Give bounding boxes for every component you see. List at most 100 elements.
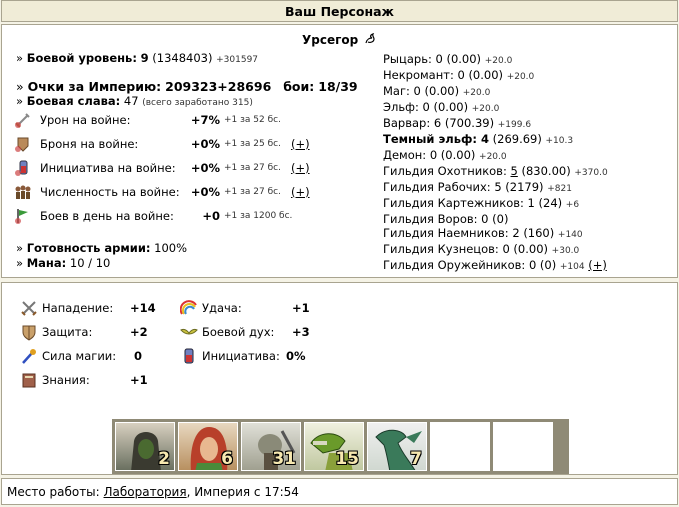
- unit-count: 6: [221, 449, 233, 469]
- faction-row: Рыцарь: 0 (0.00) +20.0: [383, 52, 513, 66]
- guild-list: Гильдия Охотников: 5 (830.00) +370.0 Гил…: [383, 164, 608, 274]
- readiness-label: Готовность армии:: [26, 241, 151, 255]
- mana-row: » Мана: 10 / 10: [16, 256, 111, 270]
- unit-count: 31: [272, 449, 296, 469]
- stat-value: +1: [292, 301, 310, 315]
- army-slot[interactable]: 7: [367, 422, 427, 471]
- faction-row: Демон: 0 (0.00) +20.0: [383, 148, 507, 162]
- glory-value: 47: [123, 94, 139, 108]
- stat-value: 0%: [286, 349, 306, 363]
- glory-label: Боевая слава:: [26, 94, 121, 108]
- stat-value: +3: [292, 325, 310, 339]
- guild-row: Гильдия Рабочих: 5 (2179) +821: [383, 180, 572, 194]
- faction-row: Некромант: 0 (0.00) +20.0: [383, 68, 535, 82]
- initiative-icon: [14, 159, 32, 177]
- battles-value: 18/39: [318, 79, 358, 94]
- war-stat-plus-button[interactable]: (+): [291, 161, 310, 175]
- guild-row: Гильдия Картежников: 1 (24) +6: [383, 196, 580, 210]
- army-slot[interactable]: 15: [304, 422, 364, 471]
- stat-morale: Боевой дух: +3: [180, 323, 310, 341]
- army-slot-empty[interactable]: [430, 422, 490, 471]
- armor-icon: [14, 135, 32, 153]
- faction-row: Варвар: 6 (700.39) +199.6: [383, 116, 532, 130]
- guild-hunters-link[interactable]: 5: [511, 164, 518, 178]
- faction-row: Маг: 0 (0.00) +20.0: [383, 84, 491, 98]
- magic-wand-icon: [20, 347, 38, 365]
- war-stat-note: +1 за 27 бс.: [224, 187, 281, 197]
- war-stat-label: Броня на войне:: [40, 137, 139, 151]
- shield-icon: [20, 323, 38, 341]
- stat-label: Знания:: [42, 373, 90, 387]
- army-size-icon: [14, 183, 32, 201]
- stat-label: Боевой дух:: [202, 325, 275, 339]
- war-stat-value: +0%: [190, 137, 220, 151]
- hero-name-block: Урсегор: [302, 32, 376, 47]
- workplace-suffix: , Империя с 17:54: [186, 485, 299, 499]
- hourglass-icon: [180, 347, 198, 365]
- book-icon: [20, 371, 38, 389]
- stat-attack: Нападение: +14: [20, 299, 156, 317]
- mana-label: Мана:: [26, 256, 67, 270]
- guild-row: Гильдия Воров: 0 (0): [383, 212, 509, 226]
- stat-knowledge: Знания: +1: [20, 371, 148, 389]
- wings-icon: [180, 323, 198, 341]
- battles-per-day-icon: [14, 207, 32, 225]
- readiness-row: » Готовность армии: 100%: [16, 241, 188, 255]
- guild-gunsmiths-plus-button[interactable]: (+): [588, 258, 607, 272]
- stat-label: Удача:: [202, 301, 242, 315]
- stat-initiative: Инициатива: 0%: [180, 347, 306, 365]
- war-stat-label: Урон на войне:: [40, 113, 131, 127]
- war-stat-value: +7%: [190, 113, 220, 127]
- stat-value: +14: [130, 301, 156, 315]
- war-stat-label: Инициатива на войне:: [40, 161, 176, 175]
- war-stat-note: +1 за 1200 бс.: [224, 211, 293, 221]
- stat-value: +1: [130, 373, 148, 387]
- army-slot-empty[interactable]: [493, 422, 553, 471]
- rainbow-icon: [179, 299, 198, 317]
- war-stat-row: Численность на войне: +0% +1 за 27 бс. (…: [14, 181, 310, 203]
- stat-luck: Удача: +1: [179, 299, 310, 317]
- unit-count: 15: [335, 449, 359, 469]
- guild-row: Гильдия Кузнецов: 0 (0.00) +30.0: [383, 242, 580, 256]
- crossed-swords-icon: [20, 299, 38, 317]
- war-stat-note: +1 за 27 бс.: [224, 163, 281, 173]
- army-slot[interactable]: 6: [178, 422, 238, 471]
- faction-row-active: Темный эльф: 4 (269.69) +10.3: [383, 132, 574, 146]
- glory-note: (всего заработано 315): [142, 98, 253, 108]
- stat-value: 0: [134, 349, 143, 363]
- war-stat-label: Численность на войне:: [40, 185, 180, 199]
- faction-row: Эльф: 0 (0.00) +20.0: [383, 100, 500, 114]
- faction-list: Рыцарь: 0 (0.00) +20.0 Некромант: 0 (0.0…: [383, 52, 573, 164]
- empire-points-label: Очки за Империю:: [27, 79, 162, 94]
- guild-row: Гильдия Наемников: 2 (160) +140: [383, 226, 583, 240]
- empire-points-value: 209323+28696: [165, 79, 272, 94]
- workplace-link[interactable]: Лаборатория: [104, 485, 187, 499]
- stat-label: Сила магии:: [42, 349, 117, 363]
- war-stat-plus-button[interactable]: (+): [291, 185, 310, 199]
- war-stat-row: Инициатива на войне: +0% +1 за 27 бс. (+…: [14, 157, 310, 179]
- war-stat-row: Урон на войне: +7% +1 за 52 бс.: [14, 109, 291, 131]
- war-stat-note: +1 за 52 бс.: [224, 115, 281, 125]
- war-stat-plus-button[interactable]: (+): [291, 137, 310, 151]
- army-slot[interactable]: 2: [115, 422, 175, 471]
- dragon-emblem-icon: [365, 32, 375, 44]
- war-stat-row: Броня на войне: +0% +1 за 25 бс. (+): [14, 133, 310, 155]
- sword-damage-icon: [14, 111, 32, 129]
- glory-row: » Боевая слава: 47 (всего заработано 315…: [16, 94, 253, 108]
- army-strip: 2 6 31 15 7: [112, 419, 569, 474]
- page-title: Ваш Персонаж: [1, 0, 678, 22]
- mana-value: 10 / 10: [69, 256, 111, 270]
- combat-level-value: 9: [140, 51, 149, 65]
- hero-stats-panel: Нападение: +14 Защита: +2 Сила магии: 0 …: [1, 282, 678, 475]
- army-slot[interactable]: 31: [241, 422, 301, 471]
- combat-exp: (1348403): [152, 51, 213, 65]
- war-stat-row: Боев в день на войне: +0 +1 за 1200 бс.: [14, 205, 302, 227]
- stat-spellpower: Сила магии: 0: [20, 347, 142, 365]
- battles-label: бои:: [283, 79, 315, 94]
- unit-count: 7: [410, 449, 422, 469]
- war-stat-note: +1 за 25 бс.: [224, 139, 281, 149]
- war-stat-label: Боев в день на войне:: [40, 209, 174, 223]
- footer-workplace: Место работы: Лаборатория, Империя с 17:…: [1, 478, 678, 505]
- stat-value: +2: [130, 325, 148, 339]
- readiness-value: 100%: [154, 241, 188, 255]
